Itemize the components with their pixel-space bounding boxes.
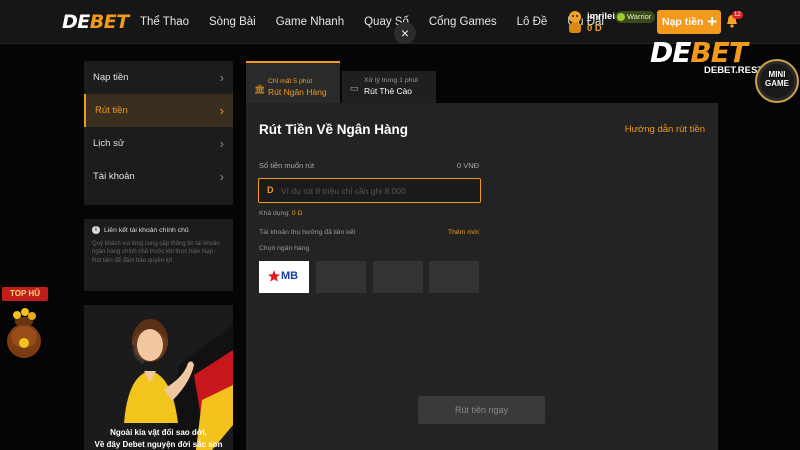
- available-value: 0 D: [291, 210, 303, 217]
- chevron-right-icon: ›: [219, 169, 224, 184]
- amount-value: 0 VNĐ: [457, 161, 480, 170]
- side-menu-label: Rút tiền: [95, 105, 128, 116]
- amount-field[interactable]: D: [258, 178, 481, 203]
- jackpot-jar-icon[interactable]: [3, 305, 45, 361]
- bank-option-mb[interactable]: MB: [259, 261, 309, 293]
- deposit-button[interactable]: Nạp tiền +: [657, 10, 721, 34]
- tab-label: Rút Ngân Hàng: [268, 87, 327, 97]
- withdraw-panel: Rút Tiền Về Ngân Hàng Hướng dẫn rút tiền…: [246, 103, 718, 450]
- nav-item-cong-games[interactable]: Cổng Games: [429, 0, 497, 44]
- side-menu-history[interactable]: Lịch sử ›: [84, 127, 233, 160]
- nav-item-song-bai[interactable]: Sòng Bài: [209, 0, 256, 44]
- tab-label: Rút Thẻ Cào: [364, 86, 413, 96]
- page-title: Rút Tiền Về Ngân Hàng: [259, 122, 409, 137]
- notification-badge: 12: [732, 11, 743, 19]
- nav-item-lo-de[interactable]: Lô Đề: [517, 0, 548, 44]
- bank-option-empty[interactable]: [316, 261, 366, 293]
- tab-subtitle: Xử lý trong 1 phút: [364, 77, 419, 84]
- card-icon: ▭: [350, 83, 359, 93]
- minigame-label[interactable]: MINI GAME: [760, 70, 794, 88]
- minigame-line-1: MINI: [768, 70, 786, 79]
- linked-accounts-label: Tài khoản thụ hưởng đã liên kết: [259, 229, 356, 236]
- side-menu-label: Lịch sử: [93, 138, 125, 149]
- add-account-link[interactable]: Thêm mới: [448, 229, 479, 236]
- account-side-menu: Nạp tiền › Rút tiền › Lịch sử › Tài khoả…: [84, 61, 233, 205]
- minigame-line-2: GAME: [765, 79, 789, 88]
- main-nav: Thể Thao Sòng Bài Game Nhanh Quay Số Cổn…: [140, 0, 624, 44]
- deposit-button-label: Nạp tiền: [662, 16, 704, 28]
- side-menu-label: Tài khoản: [93, 171, 135, 182]
- close-button[interactable]: ×: [394, 22, 416, 44]
- tab-subtitle: Chỉ mất 5 phút: [268, 78, 313, 85]
- username: imrilei: [587, 11, 615, 22]
- promo-line-1: Ngoài kia vật đổi sao dời,: [110, 428, 207, 437]
- promo-text: Ngoài kia vật đổi sao dời, Về đây Debet …: [84, 427, 233, 450]
- available-balance: Khả dụng: 0 D: [259, 210, 302, 217]
- available-label: Khả dụng:: [259, 210, 290, 217]
- info-body: Quý khách vui lòng cung cấp thông tin tà…: [92, 241, 220, 264]
- avatar: [569, 11, 581, 33]
- tab-card-withdraw[interactable]: ▭ Xử lý trong 1 phút Rút Thẻ Cào: [342, 71, 436, 103]
- nav-item-game-nhanh[interactable]: Game Nhanh: [276, 0, 344, 44]
- amount-input[interactable]: [281, 183, 471, 199]
- tier-badge: Warrior: [615, 11, 656, 23]
- side-menu-account[interactable]: Tài khoản ›: [84, 160, 233, 193]
- balance-value: 0 D: [587, 23, 602, 34]
- choose-bank-label: Chọn ngân hàng: [259, 245, 310, 252]
- bank-icon: 🏛: [254, 84, 266, 94]
- side-menu-deposit[interactable]: Nạp tiền ›: [84, 61, 233, 94]
- nav-item-the-thao[interactable]: Thể Thao: [140, 0, 189, 44]
- promo-line-2: Về đây Debet nguyện đời sắc son: [94, 440, 223, 449]
- tab-bank-withdraw[interactable]: 🏛 Chỉ mất 5 phút Rút Ngân Hàng: [246, 61, 340, 103]
- chevron-right-icon: ›: [219, 136, 224, 151]
- amount-label: Số tiền muốn rút: [259, 161, 315, 170]
- withdraw-guide-link[interactable]: Hướng dẫn rút tiền: [625, 124, 705, 135]
- info-title: i Liên kết tài khoản chính chủ: [92, 226, 225, 234]
- promo-banner[interactable]: Ngoài kia vật đổi sao dời, Về đây Debet …: [84, 305, 233, 450]
- top-jackpot-label[interactable]: TOP HŨ: [2, 287, 48, 301]
- withdraw-submit-button[interactable]: Rút tiền ngay: [418, 396, 545, 424]
- mb-star-icon: [268, 270, 280, 282]
- plus-icon: +: [707, 12, 717, 31]
- info-icon: i: [92, 226, 100, 234]
- bank-option-empty[interactable]: [429, 261, 479, 293]
- bank-option-empty[interactable]: [373, 261, 423, 293]
- user-info[interactable]: imrilei Warrior 0 D: [566, 9, 656, 35]
- site-logo[interactable]: DEBET: [62, 11, 129, 33]
- account-link-info: i Liên kết tài khoản chính chủ Quý khách…: [84, 219, 233, 291]
- chevron-right-icon: ›: [219, 70, 224, 85]
- chevron-right-icon: ›: [219, 103, 224, 118]
- bank-name: MB: [281, 270, 299, 282]
- info-title-text: Liên kết tài khoản chính chủ: [104, 226, 189, 234]
- side-menu-label: Nạp tiền: [93, 72, 129, 83]
- side-menu-withdraw[interactable]: Rút tiền ›: [84, 94, 233, 127]
- currency-icon: D: [267, 185, 274, 195]
